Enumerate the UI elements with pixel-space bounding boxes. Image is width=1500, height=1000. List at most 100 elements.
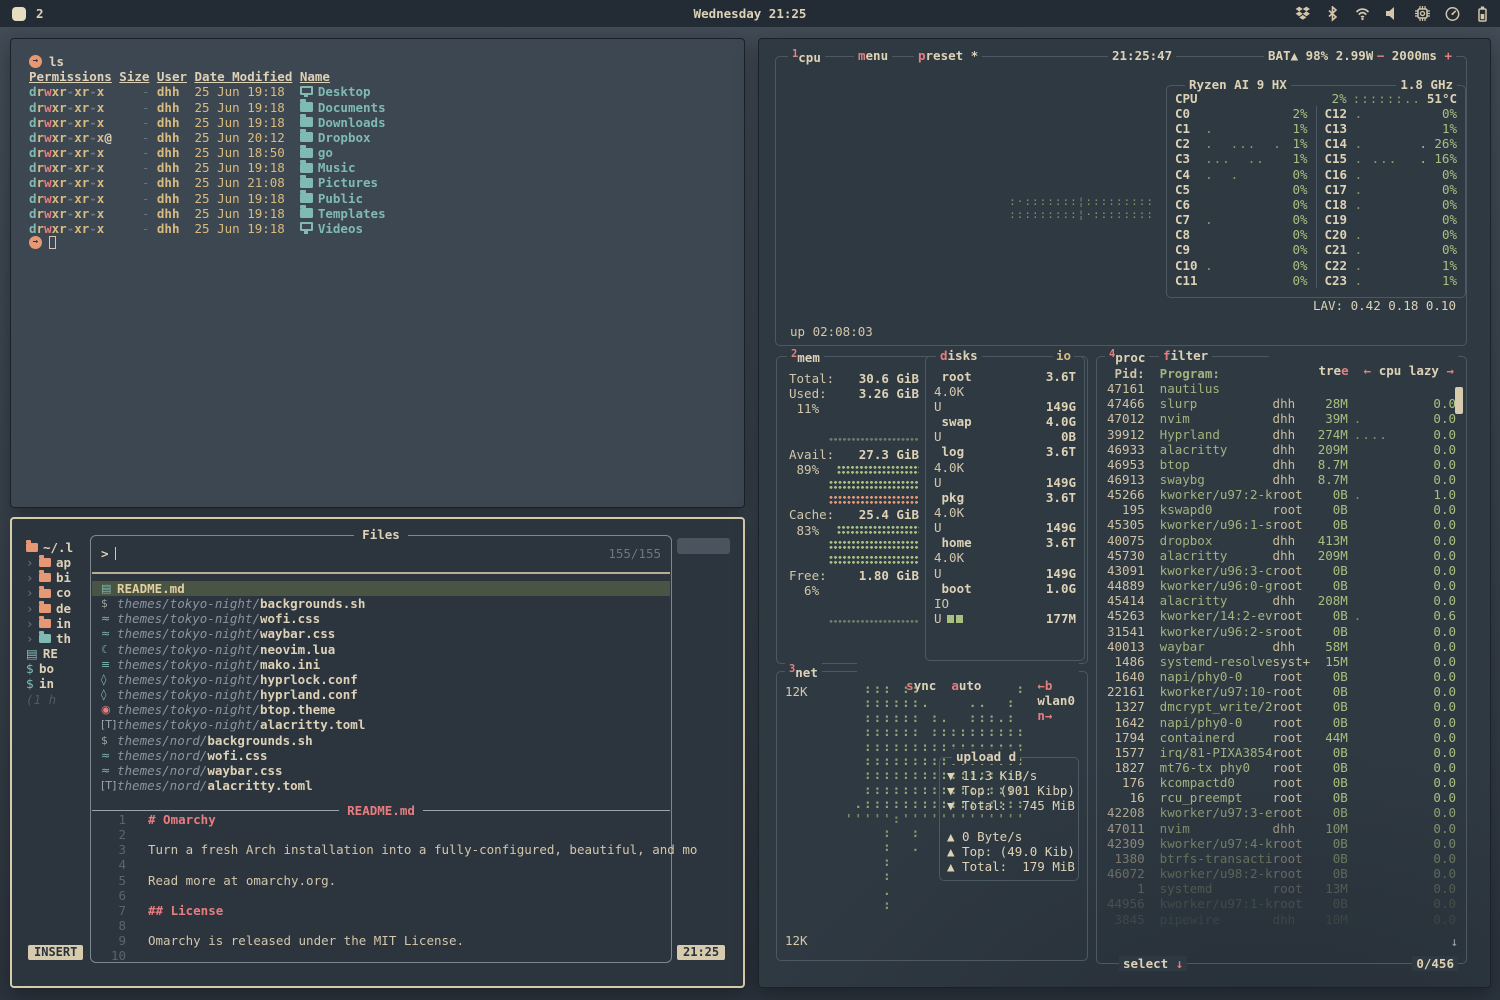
proc-scrollbar-thumb[interactable]: [1455, 387, 1463, 414]
cpu-panel-title[interactable]: 1cpu: [788, 48, 825, 65]
picker-file-item[interactable]: ≈themes/tokyo-night/wofi.css: [92, 611, 670, 626]
proc-row[interactable]: 1327 dmcrypt_write/25root0B0.0: [1107, 699, 1456, 714]
proc-row[interactable]: 1642 napi/phy0-0root0B0.0: [1107, 714, 1456, 729]
tree-item[interactable]: $in: [26, 676, 73, 691]
tree-item[interactable]: ›ap: [26, 555, 73, 570]
proc-row[interactable]: 47012 nvimdhh39M.0.0: [1107, 411, 1456, 426]
picker-file-item[interactable]: [T]themes/tokyo-night/alacritty.toml: [92, 717, 670, 732]
picker-file-item[interactable]: ◉themes/tokyo-night/btop.theme: [92, 702, 670, 717]
proc-row[interactable]: 31541 kworker/u96:2-sdroot0B0.0: [1107, 624, 1456, 639]
proc-row[interactable]: 1577 irq/81-PIXA3854:root0B0.0: [1107, 745, 1456, 760]
dropbox-icon[interactable]: [1295, 6, 1310, 22]
proc-row[interactable]: 40075 dropboxdhh413M0.0: [1107, 533, 1456, 548]
io-toggle[interactable]: io: [1053, 348, 1074, 363]
picker-search-input[interactable]: > 155/155: [101, 544, 661, 562]
proc-row[interactable]: 44956 kworker/u97:1-kcroot0B0.0: [1107, 896, 1456, 911]
gauge-icon[interactable]: [1445, 6, 1460, 22]
disks-title[interactable]: disks: [936, 348, 982, 363]
file-user: dhh: [157, 145, 187, 160]
core-row: C2. ... .1%C14.. 26%: [1167, 136, 1465, 151]
net-interface-name: wlan0: [1037, 693, 1075, 708]
tree-item[interactable]: ▤RE: [26, 646, 73, 661]
proc-row[interactable]: 3845 pipewiredhh10M0.0: [1107, 911, 1456, 926]
proc-row[interactable]: 45730 alacrittydhh209M0.0: [1107, 548, 1456, 563]
tree-item[interactable]: $bo: [26, 661, 73, 676]
proc-row[interactable]: 42309 kworker/u97:4-kvroot0B0.0: [1107, 836, 1456, 851]
filter-button[interactable]: filter: [1159, 348, 1212, 363]
proc-row[interactable]: 22161 kworker/u97:10-broot0B0.0: [1107, 684, 1456, 699]
nvim-window[interactable]: ~/.l›ap›bi›co›de›in›th▤RE$bo$in(1 h File…: [10, 517, 745, 988]
net-panel-title[interactable]: 3net: [785, 663, 822, 680]
proc-row[interactable]: 45263 kworker/14:2-everoot0B.0.6: [1107, 608, 1456, 623]
picker-file-item[interactable]: ≡themes/tokyo-night/mako.ini: [92, 657, 670, 672]
core-cell: C18.0%: [1316, 197, 1466, 212]
proc-row[interactable]: 43091 kworker/u96:3-coroot0B0.0: [1107, 563, 1456, 578]
proc-row[interactable]: 39912 Hyprlanddhh274M....0.0: [1107, 426, 1456, 441]
picker-file-item[interactable]: ☾themes/tokyo-night/neovim.lua: [92, 642, 670, 657]
proc-row[interactable]: 1 systemdroot13M0.0: [1107, 881, 1456, 896]
proc-row[interactable]: 45414 alacrittydhh208M0.0: [1107, 593, 1456, 608]
select-button[interactable]: select ↓: [1119, 956, 1187, 971]
proc-row[interactable]: 46933 alacrittydhh209M0.0: [1107, 442, 1456, 457]
proc-row[interactable]: 46913 swaybgdhh8.7M0.0: [1107, 472, 1456, 487]
menu-button[interactable]: menu: [854, 48, 892, 63]
picker-file-item[interactable]: ≈themes/tokyo-night/waybar.css: [92, 626, 670, 641]
shell-prompt[interactable]: →: [29, 236, 744, 249]
refresh-rate-control[interactable]: − 2000ms +: [1373, 48, 1456, 63]
proc-row[interactable]: 1827 mt76-tx phy0root0B0.0: [1107, 760, 1456, 775]
picker-file-item[interactable]: ◊themes/tokyo-night/hyprland.conf: [92, 687, 670, 702]
tree-item[interactable]: ›th: [26, 631, 73, 646]
tree-item[interactable]: ›de: [26, 601, 73, 616]
picker-file-item[interactable]: ≈themes/nord/wofi.css: [92, 748, 670, 763]
proc-row[interactable]: 45266 kworker/u97:2-kcroot0B.1.0: [1107, 487, 1456, 502]
picker-file-item[interactable]: ▤README.md: [92, 581, 670, 596]
proc-row[interactable]: 176 kcompactd0root0B0.0: [1107, 775, 1456, 790]
tree-item[interactable]: ›in: [26, 616, 73, 631]
disk-detail-row: U149G: [926, 399, 1084, 414]
mem-row: 89%: [789, 462, 919, 477]
net-info-line: ▼ Top: (901 Kibp): [940, 783, 1078, 798]
picker-file-item[interactable]: ≈themes/nord/waybar.css: [92, 763, 670, 778]
editor-scrollbar-thumb[interactable]: [677, 538, 730, 554]
picker-file-item[interactable]: $themes/tokyo-night/backgrounds.sh: [92, 596, 670, 611]
tree-item[interactable]: ›co: [26, 585, 73, 600]
proc-row[interactable]: 1380 btrfs-transactioroot0B0.0: [1107, 851, 1456, 866]
mem-panel-title[interactable]: 2mem: [787, 348, 824, 365]
picker-file-item[interactable]: [T]themes/nord/alacritty.toml: [92, 778, 670, 793]
tree-root-item[interactable]: ~/.l: [26, 540, 73, 555]
btop-window[interactable]: 1cpu menu preset * 21:25:47 BAT▲ 98% 2.9…: [758, 38, 1491, 988]
proc-row[interactable]: 1794 containerdroot44M0.0: [1107, 730, 1456, 745]
picker-file-item[interactable]: ◊themes/tokyo-night/hyprlock.conf: [92, 672, 670, 687]
proc-row[interactable]: 16 rcu_preemptroot0B0.0: [1107, 790, 1456, 805]
sort-column-selector[interactable]: ← cpu lazy →: [1364, 363, 1454, 378]
proc-row[interactable]: 46953 btopdhh8.7M0.0: [1107, 457, 1456, 472]
folder-icon: [300, 102, 313, 112]
proc-row[interactable]: 195 kswapd0root0B0.0: [1107, 502, 1456, 517]
proc-panel-title[interactable]: 4proc: [1105, 348, 1149, 365]
terminal-window[interactable]: →lsPermissionsSizeUserDate ModifiedNamed…: [10, 38, 745, 508]
proc-row[interactable]: 47466 slurpdhh28M0.0: [1107, 396, 1456, 411]
proc-row[interactable]: 44889 kworker/u96:0-gfroot0B0.0: [1107, 578, 1456, 593]
proc-row[interactable]: 42208 kworker/u97:3-evroot0B0.0: [1107, 805, 1456, 820]
proc-row[interactable]: 1640 napi/phy0-0root0B0.0: [1107, 669, 1456, 684]
net-next-button[interactable]: n→: [1037, 708, 1052, 723]
chip-icon[interactable]: [1415, 6, 1430, 22]
proc-row[interactable]: 47011 nvimdhh10M0.0: [1107, 821, 1456, 836]
preset-button[interactable]: preset *: [914, 48, 982, 63]
proc-scroll-down-icon[interactable]: ↓: [1450, 934, 1458, 949]
proc-row[interactable]: 45305 kworker/u96:1-sdroot0B0.0: [1107, 517, 1456, 532]
proc-row[interactable]: 40013 waybardhh58M0.0: [1107, 639, 1456, 654]
bluetooth-icon[interactable]: [1325, 6, 1340, 22]
tree-toggle[interactable]: tree: [1319, 363, 1349, 378]
volume-icon[interactable]: [1385, 6, 1400, 22]
proc-row[interactable]: 46072 kworker/u98:2-kcroot0B0.0: [1107, 866, 1456, 881]
net-prev-button[interactable]: ←b: [1037, 678, 1052, 693]
wifi-icon[interactable]: [1355, 6, 1370, 22]
proc-row[interactable]: 1486 systemd-resolvesyst+15M0.0: [1107, 654, 1456, 669]
tree-item[interactable]: ›bi: [26, 570, 73, 585]
preview-line: 4: [92, 857, 670, 872]
tree-item[interactable]: (1 h: [26, 692, 73, 707]
mem-meter: [829, 619, 919, 623]
battery-icon[interactable]: [1475, 6, 1490, 22]
picker-file-item[interactable]: $themes/nord/backgrounds.sh: [92, 733, 670, 748]
